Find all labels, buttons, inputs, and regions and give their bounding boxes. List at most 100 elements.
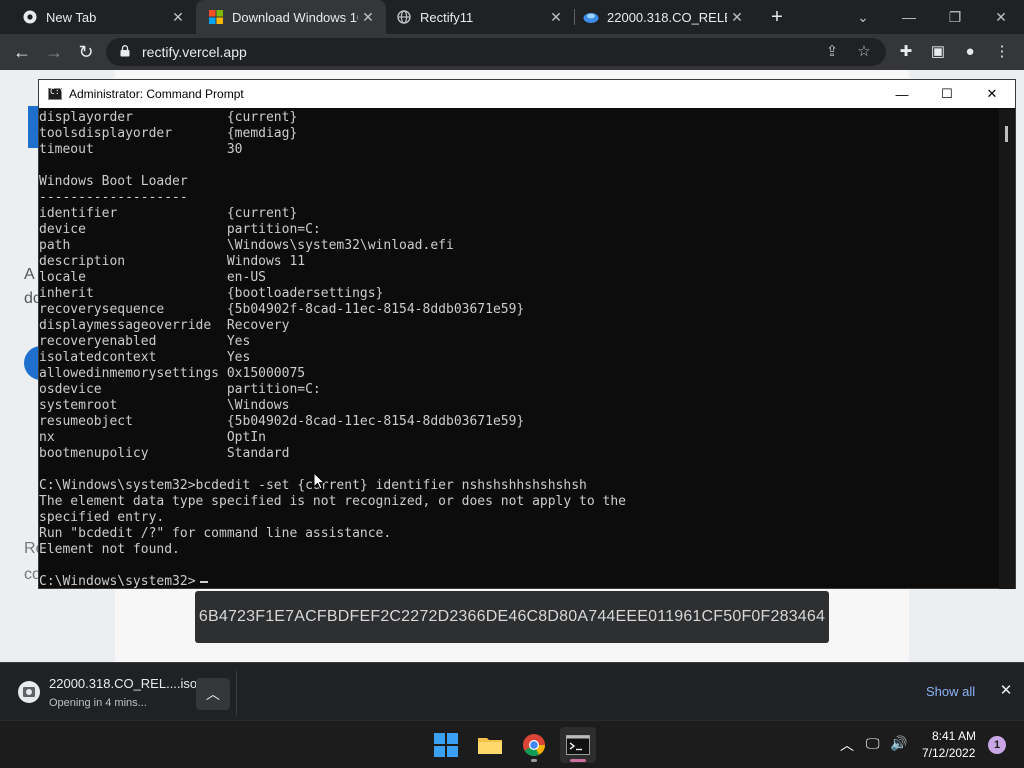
- cmd-line: C:\Windows\system32>bcdedit -set {curren…: [39, 478, 587, 493]
- cmd-line: identifier {current}: [39, 206, 298, 221]
- download-filename: 22000.318.CO_REL....iso: [49, 676, 198, 691]
- tab-title: Download Windows 10: [232, 9, 358, 25]
- edge-icon: [583, 9, 599, 25]
- cmd-minimize-button[interactable]: ―: [879, 80, 925, 108]
- cmd-line: systemroot \Windows: [39, 398, 290, 413]
- cmd-line: locale en-US: [39, 270, 266, 285]
- cmd-line: displayorder {current}: [39, 110, 298, 125]
- chrome-icon: [22, 9, 38, 25]
- cmd-line: toolsdisplayorder {memdiag}: [39, 126, 298, 141]
- running-indicator: [531, 759, 537, 762]
- tab-search-chevron-icon[interactable]: ⌄: [840, 0, 886, 34]
- taskbar: ︿ 🖵 🔊 8:41 AM 7/12/2022 1: [0, 720, 1024, 768]
- disc-image-icon: [18, 681, 40, 703]
- cmd-line: inherit {bootloadersettings}: [39, 286, 384, 301]
- cmd-line: path \Windows\system32\winload.efi: [39, 238, 454, 253]
- chrome-taskbar-button[interactable]: [516, 727, 552, 763]
- mouse-pointer-icon: [313, 472, 325, 490]
- cmd-line: displaymessageoverride Recovery: [39, 318, 290, 333]
- restore-button[interactable]: ❐: [932, 0, 978, 34]
- cmd-maximize-button[interactable]: ☐: [924, 80, 970, 108]
- cmd-line: bootmenupolicy Standard: [39, 446, 290, 461]
- cmd-line: device partition=C:: [39, 222, 321, 237]
- browser-toolbar: ← → ↻ rectify.vercel.app ⇪ ☆ ✚ ▣ ● ⋮: [0, 34, 1024, 70]
- file-explorer-button[interactable]: [472, 727, 508, 763]
- cmd-line: -------------------: [39, 190, 188, 205]
- cmd-line: [39, 158, 999, 174]
- reload-icon[interactable]: ↻: [72, 38, 100, 66]
- cmd-line: The element data type specified is not r…: [39, 494, 626, 509]
- command-prompt-window[interactable]: C:\ Administrator: Command Prompt ― ☐ ✕ …: [38, 79, 1016, 589]
- close-tab-icon[interactable]: ✕: [546, 7, 566, 27]
- cmd-line: description Windows 11: [39, 254, 306, 269]
- profile-icon[interactable]: ●: [960, 42, 980, 62]
- cmd-close-button[interactable]: ✕: [969, 80, 1015, 108]
- new-tab-button[interactable]: +: [766, 6, 788, 28]
- cmd-line: timeout 30: [39, 142, 243, 157]
- microsoft-icon: [208, 9, 224, 25]
- cmd-title: Administrator: Command Prompt: [69, 87, 244, 101]
- terminal-taskbar-button[interactable]: [560, 727, 596, 763]
- tab-new-tab[interactable]: New Tab ✕: [0, 0, 196, 34]
- network-icon[interactable]: 🖵: [866, 735, 880, 752]
- active-indicator: [570, 759, 586, 762]
- tab-title: New Tab: [46, 9, 97, 25]
- downloads-shelf: 22000.318.CO_REL....iso Opening in 4 min…: [0, 662, 1024, 720]
- extensions-icon[interactable]: ✚: [896, 42, 916, 62]
- cmd-line: C:\Windows\system32>: [39, 574, 196, 589]
- scrollbar-thumb[interactable]: [1005, 126, 1008, 142]
- terminal-icon: [566, 735, 590, 755]
- close-tab-icon[interactable]: ✕: [727, 7, 747, 27]
- bookmark-star-icon[interactable]: ☆: [854, 42, 874, 62]
- shelf-divider: [236, 671, 237, 715]
- cmd-line: recoverysequence {5b04902f-8cad-11ec-815…: [39, 302, 525, 317]
- cmd-line: isolatedcontext Yes: [39, 350, 251, 365]
- cmd-app-icon: C:\: [48, 87, 64, 100]
- chevron-up-icon[interactable]: ︿: [840, 735, 854, 755]
- hash-display[interactable]: 6B4723F1E7ACFBDFEF2C2272D2366DE46C8D80A7…: [195, 591, 829, 643]
- close-window-button[interactable]: ✕: [978, 0, 1024, 34]
- windows-logo-icon: [434, 733, 458, 757]
- cmd-titlebar[interactable]: C:\ Administrator: Command Prompt ― ☐ ✕: [39, 80, 1015, 108]
- download-status: Opening in 4 mins...: [49, 697, 147, 709]
- cmd-line: nx OptIn: [39, 430, 266, 445]
- side-panel-icon[interactable]: ▣: [928, 42, 948, 62]
- cmd-line: Run "bcdedit /?" for command line assist…: [39, 526, 392, 541]
- lock-icon[interactable]: [120, 45, 130, 57]
- share-icon[interactable]: ⇪: [822, 42, 842, 62]
- tab-title: Rectify11: [420, 9, 474, 25]
- cmd-line: allowedinmemorysettings 0x15000075: [39, 366, 306, 381]
- address-bar[interactable]: rectify.vercel.app ⇪ ☆: [106, 38, 886, 66]
- close-shelf-icon[interactable]: ✕: [996, 681, 1016, 701]
- clock-time[interactable]: 8:41 AM: [932, 729, 976, 743]
- cmd-line: [39, 558, 999, 574]
- tab-download-windows[interactable]: Download Windows 10 ✕: [196, 0, 386, 34]
- notification-badge[interactable]: 1: [988, 736, 1006, 754]
- start-button[interactable]: [428, 727, 464, 763]
- cmd-console[interactable]: displayorder {current} toolsdisplayorder …: [39, 109, 999, 589]
- globe-icon: [396, 9, 412, 25]
- close-tab-icon[interactable]: ✕: [358, 7, 378, 27]
- text-cursor: [200, 581, 208, 583]
- tab-rectify11[interactable]: Rectify11 ✕: [386, 0, 574, 34]
- cmd-line: recoveryenabled Yes: [39, 334, 251, 349]
- cmd-line: Windows Boot Loader: [39, 174, 188, 189]
- cmd-scrollbar[interactable]: [999, 109, 1015, 589]
- show-all-button[interactable]: Show all: [926, 684, 975, 699]
- cmd-line: osdevice partition=C:: [39, 382, 321, 397]
- tab-iso-download[interactable]: 22000.318.CO_RELEASE ✕: [575, 0, 755, 34]
- forward-arrow-icon[interactable]: →: [40, 38, 68, 66]
- minimize-button[interactable]: ―: [886, 0, 932, 34]
- chevron-up-icon[interactable]: ︿: [196, 678, 230, 710]
- cmd-line: Element not found.: [39, 542, 180, 557]
- page-text-fragment: A: [24, 266, 35, 283]
- close-tab-icon[interactable]: ✕: [168, 7, 188, 27]
- cmd-line: specified entry.: [39, 510, 165, 525]
- back-arrow-icon[interactable]: ←: [8, 38, 36, 66]
- menu-kebab-icon[interactable]: ⋮: [992, 42, 1012, 62]
- volume-icon[interactable]: 🔊: [890, 735, 907, 752]
- clock-date[interactable]: 7/12/2022: [922, 746, 975, 760]
- cmd-line: resumeobject {5b04902d-8cad-11ec-8154-8d…: [39, 414, 525, 429]
- browser-tabstrip: New Tab ✕ Download Windows 10 ✕ Rectify1…: [0, 0, 1024, 34]
- cmd-output: displayorder {current} toolsdisplayorder …: [39, 110, 999, 589]
